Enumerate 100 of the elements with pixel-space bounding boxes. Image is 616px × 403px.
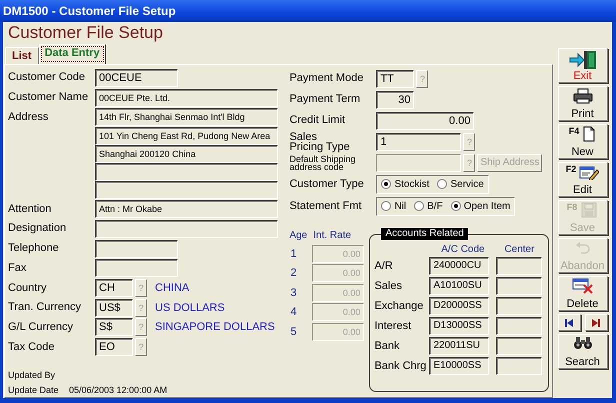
radio-option[interactable]: Nil [381,200,406,212]
description-text: CHINA [155,282,190,294]
field-label: Address [8,112,50,123]
text-field[interactable]: 220011SU [429,337,490,355]
column-header: Age [289,230,308,243]
document-icon [582,126,596,142]
field-label: Attention [8,204,52,215]
binoculars-icon [572,336,592,350]
field-label: Credit Limit [289,115,346,126]
text-field[interactable] [496,337,542,355]
tab[interactable]: Data Entry [38,44,106,64]
age-number: 2 [289,267,298,280]
text-field[interactable] [496,257,542,275]
field-label: Customer Type [289,178,365,190]
text-field[interactable] [496,277,542,295]
field-label: Fax [8,262,28,274]
field-label: Payment Term [289,94,362,105]
text-field[interactable]: 101 Yin Cheng East Rd, Pudong New Area [95,127,278,146]
text-field[interactable]: 1 [376,132,462,150]
text-field[interactable]: 240000CU [429,257,490,275]
field-label: Country [8,282,48,294]
field-label: Update Date [8,384,60,395]
toolbar-button[interactable]: F4 New [558,124,608,159]
field-label: Interest [374,320,412,332]
field-label: Sales Pricing Type [289,132,351,152]
printer-icon [572,88,592,104]
radio-option[interactable]: B/F [414,200,443,212]
field-label: Payment Mode [289,73,364,84]
text-field[interactable] [496,357,542,375]
text-field[interactable]: 14th Flr, Shanghai Senmao Int'l Bldg [95,108,278,126]
door-arrow-icon [568,50,598,70]
text-field[interactable]: D20000SS [429,297,490,315]
toolbar-button[interactable]: Delete [558,276,608,311]
age-number: 4 [289,306,298,318]
field-label: A/R [374,260,394,272]
text-field[interactable]: Attn : Mr Okabe [95,200,278,218]
toolbar-button[interactable]: Exit [558,48,608,83]
field-label: Customer Name [8,92,90,104]
delete-icon [572,278,594,294]
text-field[interactable] [95,220,278,238]
text-field[interactable]: 0.00 [376,112,474,130]
last-record-button[interactable] [584,314,608,331]
field-label: Sales [374,280,403,292]
text-field[interactable] [95,259,178,278]
notepad-pencil-icon [579,164,600,180]
age-number: 1 [289,248,298,260]
field-label: Designation [8,223,68,234]
text-field[interactable]: EO [95,338,133,356]
age-number: 5 [289,326,298,338]
field-label: Bank Chrg [374,360,428,372]
field-label: G/L Currency [8,322,74,333]
column-header: Center [503,244,536,255]
text-field[interactable]: CH [95,279,133,297]
group-title: Accounts Related [381,228,468,240]
toolbar-button[interactable]: F2 Edit [558,162,608,197]
text-field[interactable]: Shanghai 200120 China [95,145,278,164]
text-field[interactable]: A10100SU [429,277,490,295]
skip-first-icon [564,318,574,328]
radio-option[interactable]: Open Item [450,200,510,212]
field-label: Telephone [8,243,60,254]
hotkey-label: F2 [566,164,576,174]
column-header: Int. Rate [313,230,352,243]
text-field[interactable] [496,297,542,315]
age-number: 3 [289,286,298,299]
text-field[interactable]: 30 [376,90,414,108]
hotkey-label: F8 [566,202,578,212]
text-field[interactable]: D13000SS [429,317,490,335]
text-field[interactable] [496,317,542,335]
first-record-button[interactable] [558,314,580,331]
page-heading: Customer File Setup [7,23,164,44]
field-label: Tax Code [8,342,56,353]
text-field[interactable] [95,163,278,182]
field-label: Exchange [374,300,424,312]
field-label: Statement Fmt [289,200,363,212]
window-title: DM1500 - Customer File Setup [3,4,176,18]
field-label: Tran. Currency [8,302,82,314]
tab[interactable]: List [5,47,39,64]
text-field[interactable]: US$ [95,298,133,317]
toolbar-button[interactable]: Search [558,334,608,369]
radio-option[interactable]: Stockist [381,178,430,190]
field-label: Updated By [8,370,56,380]
text-field[interactable]: 00CEUE [95,68,178,87]
undo-arrow-icon [574,240,590,254]
text-field[interactable] [95,240,178,258]
skip-last-icon [591,318,601,328]
hotkey-label: F4 [568,126,580,136]
text-field[interactable]: 00CEUE Pte. Ltd. [95,88,278,107]
description-text: SINGAPORE DOLLARS [155,321,275,334]
text-field[interactable]: TT [376,70,414,88]
toolbar-button[interactable]: Print [558,86,608,121]
radio-option[interactable]: Service [437,178,484,190]
field-label: Default Shipping address code [289,154,356,170]
description-text: US DOLLARS [155,302,225,314]
text-field[interactable]: E10000SS [429,357,490,375]
text-field[interactable] [95,181,278,200]
column-header: A/C Code [440,244,486,255]
date-text: 05/06/2003 12:00:00 AM [69,384,168,395]
field-label: Bank [374,340,401,352]
field-label: Customer Code [8,72,86,84]
text-field[interactable]: S$ [95,318,133,336]
